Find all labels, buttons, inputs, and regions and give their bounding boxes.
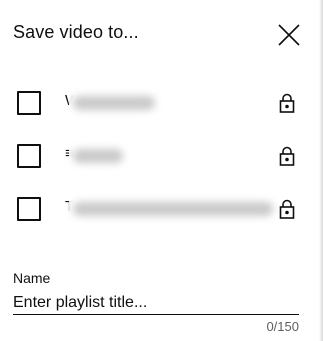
character-counter: 0/150 [266, 319, 299, 334]
playlist-row[interactable]: W [0, 82, 323, 122]
playlist-title-input[interactable] [13, 291, 299, 315]
close-button[interactable] [274, 20, 304, 50]
redacted-playlist-name [69, 188, 277, 228]
redacted-playlist-name [69, 82, 277, 122]
redacted-playlist-name [69, 135, 277, 175]
save-to-playlist-dialog: Save video to... W ≡ T [0, 0, 323, 341]
redaction-blur [73, 96, 155, 110]
playlist-checkbox[interactable] [17, 197, 41, 221]
lock-icon [279, 199, 295, 219]
playlist-row[interactable]: ≡ [0, 135, 323, 175]
redaction-blur [73, 202, 273, 216]
close-icon [278, 24, 300, 46]
lock-icon [279, 146, 295, 166]
playlist-checkbox[interactable] [17, 91, 41, 115]
dialog-title: Save video to... [13, 22, 139, 42]
playlist-row[interactable]: T [0, 188, 323, 228]
playlist-name-label: Name [13, 270, 51, 286]
playlist-checkbox[interactable] [17, 144, 41, 168]
redaction-blur [73, 149, 123, 163]
lock-icon [279, 93, 295, 113]
